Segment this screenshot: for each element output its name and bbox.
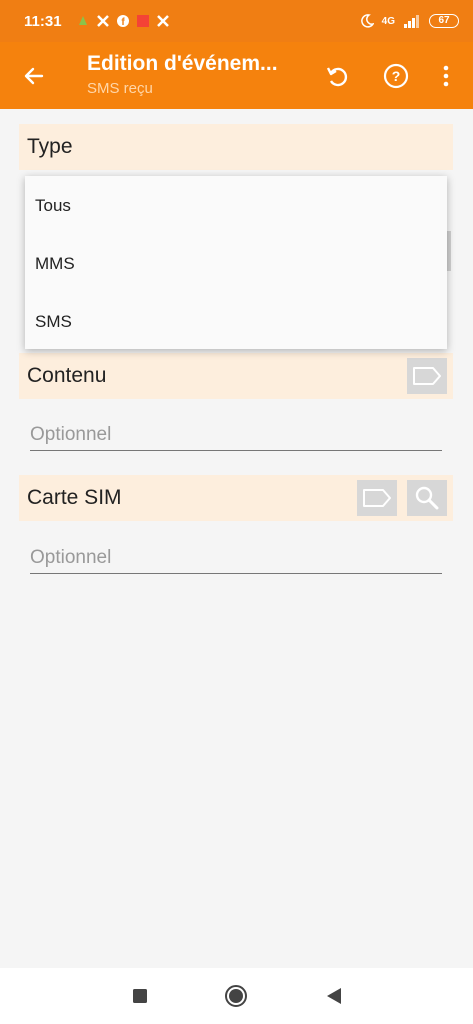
carte-sim-input[interactable]: Optionnel	[30, 542, 442, 574]
label-tag-icon	[413, 367, 441, 385]
type-dropdown-popup: Tous MMS SMS	[25, 176, 447, 349]
carte-sim-section-header: Carte SIM	[19, 475, 453, 521]
app-notification-icon	[78, 16, 87, 25]
system-nav-bar	[0, 968, 473, 1024]
dropdown-option-sms[interactable]: SMS	[25, 293, 447, 351]
help-icon: ?	[383, 63, 409, 89]
type-tag-button-edge	[447, 231, 451, 271]
circle-home-icon	[225, 985, 247, 1007]
moon-icon	[360, 14, 374, 28]
carte-sim-placeholder: Optionnel	[30, 547, 112, 568]
title-block: Edition d'événem... SMS reçu	[87, 52, 302, 97]
help-button[interactable]: ?	[379, 59, 413, 93]
network-type: 4G	[381, 15, 395, 27]
contenu-label: Contenu	[27, 364, 107, 387]
app-red-icon	[136, 15, 149, 27]
back-button[interactable]	[18, 60, 50, 92]
label-tag-icon	[363, 489, 391, 507]
type-section-header: Type	[19, 124, 453, 170]
more-options-button[interactable]	[429, 59, 463, 93]
facebook-icon: f	[116, 15, 129, 28]
contenu-section-header: Contenu	[19, 353, 453, 399]
contenu-tag-button[interactable]	[407, 358, 447, 394]
more-vertical-icon	[443, 65, 449, 87]
search-icon	[415, 486, 439, 510]
app-toolbar: Edition d'événem... SMS reçu ?	[0, 42, 473, 109]
triangle-back-icon	[327, 988, 341, 1004]
status-time: 11:31	[24, 12, 62, 30]
carte-sim-tag-button[interactable]	[357, 480, 397, 516]
contenu-input[interactable]: Optionnel	[30, 419, 442, 451]
square-icon	[133, 989, 147, 1003]
recents-button[interactable]	[126, 982, 154, 1010]
undo-icon	[326, 67, 348, 87]
signal-icon	[404, 15, 419, 28]
home-button[interactable]	[222, 982, 250, 1010]
back-nav-button[interactable]	[320, 982, 348, 1010]
tasker-icon-2	[156, 15, 169, 27]
carte-sim-label: Carte SIM	[27, 486, 122, 509]
page-title: Edition d'événem...	[87, 52, 278, 75]
status-bar: 11:31 f 4G 67	[0, 0, 473, 42]
carte-sim-search-button[interactable]	[407, 480, 447, 516]
type-label: Type	[27, 135, 73, 158]
arrow-left-icon	[24, 67, 44, 85]
contenu-placeholder: Optionnel	[30, 424, 112, 445]
page-subtitle: SMS reçu	[87, 80, 153, 97]
undo-button[interactable]	[320, 59, 354, 93]
tasker-icon	[96, 15, 109, 27]
dropdown-option-tous[interactable]: Tous	[25, 177, 447, 235]
battery-indicator: 67	[429, 14, 459, 28]
svg-text:?: ?	[392, 68, 401, 84]
dropdown-option-mms[interactable]: MMS	[25, 235, 447, 293]
